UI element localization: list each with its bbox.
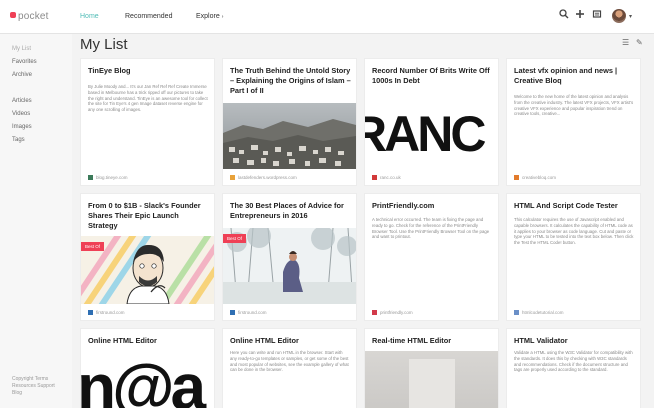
favicon-icon bbox=[372, 175, 377, 180]
card-title[interactable]: PrintFriendly.com bbox=[372, 201, 494, 211]
list-item[interactable]: Real-time HTML Editor bbox=[364, 328, 499, 408]
sidebar-item-my-list[interactable]: My List bbox=[12, 46, 31, 52]
sidebar-item-videos[interactable]: Videos bbox=[12, 111, 30, 117]
list-item[interactable]: TinEye Blog By Julie Moody and... It's o… bbox=[80, 58, 215, 186]
sidebar-item-tags[interactable]: Tags bbox=[12, 137, 25, 143]
city-photo bbox=[223, 103, 356, 169]
nav-explore[interactable]: Explore › bbox=[196, 13, 223, 20]
thumbnail-text: n@a bbox=[81, 357, 206, 408]
card-title[interactable]: The Truth Behind the Untold Story – Expl… bbox=[230, 66, 352, 96]
avatar[interactable] bbox=[612, 9, 626, 23]
favicon-icon bbox=[88, 310, 93, 315]
card-source[interactable]: ranc.co.uk bbox=[372, 175, 401, 180]
card-source[interactable]: firstround.com bbox=[230, 310, 267, 315]
card-thumbnail[interactable]: n@a bbox=[81, 357, 214, 408]
card-title[interactable]: TinEye Blog bbox=[88, 66, 210, 76]
card-excerpt: Validate a HTML using the W3C Validator … bbox=[514, 350, 633, 373]
card-title[interactable]: HTML And Script Code Tester bbox=[514, 201, 636, 211]
card-excerpt: By Julie Moody and... It's our Jan Ref R… bbox=[88, 84, 208, 113]
card-excerpt: Here you can write and run HTML in the b… bbox=[230, 350, 349, 373]
list-item[interactable]: HTML And Script Code Tester This calcula… bbox=[506, 193, 641, 321]
sidebar: My List Favorites Archive Articles Video… bbox=[0, 34, 72, 408]
best-of-badge: Best Of bbox=[81, 242, 105, 251]
card-source[interactable]: printfriendly.com bbox=[372, 310, 413, 315]
card-source[interactable]: htmlcodetutorial.com bbox=[514, 310, 564, 315]
list-item[interactable]: Online HTML Editor n@a bbox=[80, 328, 215, 408]
search-icon[interactable] bbox=[557, 9, 571, 23]
card-thumbnail[interactable] bbox=[223, 103, 356, 169]
list-item[interactable]: The Truth Behind the Untold Story – Expl… bbox=[222, 58, 357, 186]
favicon-icon bbox=[514, 310, 519, 315]
card-title[interactable]: Real-time HTML Editor bbox=[372, 336, 494, 346]
sidebar-footer-links[interactable]: Copyright Terms Resources Support Blog bbox=[12, 376, 66, 397]
list-item[interactable]: The 30 Best Places of Advice for Entrepr… bbox=[222, 193, 357, 321]
chevron-down-icon[interactable]: ▾ bbox=[629, 13, 632, 20]
sidebar-item-images[interactable]: Images bbox=[12, 124, 32, 130]
list-item[interactable]: HTML Validator Validate a HTML using the… bbox=[506, 328, 641, 408]
card-thumbnail[interactable] bbox=[365, 351, 498, 408]
card-title[interactable]: The 30 Best Places of Advice for Entrepr… bbox=[230, 201, 352, 221]
favicon-icon bbox=[514, 175, 519, 180]
card-source[interactable]: blog.tineye.com bbox=[88, 175, 128, 180]
tag-icon[interactable]: ✎ bbox=[636, 38, 643, 47]
sidebar-item-archive[interactable]: Archive bbox=[12, 72, 32, 78]
card-excerpt: Welcome to the new home of the latest op… bbox=[514, 94, 634, 117]
top-bar: pocket Home Recommended Explore › ▾ bbox=[0, 0, 654, 34]
plus-icon[interactable] bbox=[573, 9, 587, 23]
nav-recommended[interactable]: Recommended bbox=[125, 13, 172, 20]
list-item[interactable]: Latest vfx opinion and news | Creative B… bbox=[506, 58, 641, 186]
sidebar-item-favorites[interactable]: Favorites bbox=[12, 59, 37, 65]
card-thumbnail[interactable]: RANC bbox=[365, 103, 498, 169]
card-title[interactable]: From 0 to $1B - Slack's Founder Shares T… bbox=[88, 201, 210, 231]
chevron-down-icon: › bbox=[221, 14, 224, 20]
page-title: My List bbox=[80, 36, 128, 53]
list-item[interactable]: Record Number Of Brits Write Off 1000s I… bbox=[364, 58, 499, 186]
thumbnail-text: RANC bbox=[365, 106, 486, 162]
card-title[interactable]: Online HTML Editor bbox=[88, 336, 210, 346]
card-excerpt: This calculator requires the use of Java… bbox=[514, 217, 634, 246]
card-title[interactable]: HTML Validator bbox=[514, 336, 636, 346]
list-item[interactable]: Online HTML Editor Here you can write an… bbox=[222, 328, 357, 408]
best-of-badge: Best Of bbox=[223, 234, 247, 243]
pocket-logo-icon bbox=[10, 12, 16, 18]
card-title[interactable]: Record Number Of Brits Write Off 1000s I… bbox=[372, 66, 494, 86]
sidebar-item-articles[interactable]: Articles bbox=[12, 98, 32, 104]
card-title[interactable]: Online HTML Editor bbox=[230, 336, 352, 346]
favicon-icon bbox=[372, 310, 377, 315]
card-title[interactable]: Latest vfx opinion and news | Creative B… bbox=[514, 66, 636, 86]
list-view-icon[interactable]: ☰ bbox=[622, 38, 629, 47]
favicon-icon bbox=[230, 310, 235, 315]
card-excerpt: A technical error occurred. The team is … bbox=[372, 217, 490, 240]
card-source[interactable]: lastdefenders.wordpress.com bbox=[230, 175, 297, 180]
pocket-logo[interactable]: pocket bbox=[10, 11, 49, 22]
favicon-icon bbox=[88, 175, 93, 180]
nav-home[interactable]: Home bbox=[80, 13, 99, 20]
list-item[interactable]: From 0 to $1B - Slack's Founder Shares T… bbox=[80, 193, 215, 321]
favicon-icon bbox=[230, 175, 235, 180]
editor-photo bbox=[409, 359, 455, 408]
settings-icon[interactable] bbox=[590, 9, 604, 23]
list-item[interactable]: PrintFriendly.com A technical error occu… bbox=[364, 193, 499, 321]
card-source[interactable]: firstround.com bbox=[88, 310, 125, 315]
card-source[interactable]: creativebloq.com bbox=[514, 175, 556, 180]
